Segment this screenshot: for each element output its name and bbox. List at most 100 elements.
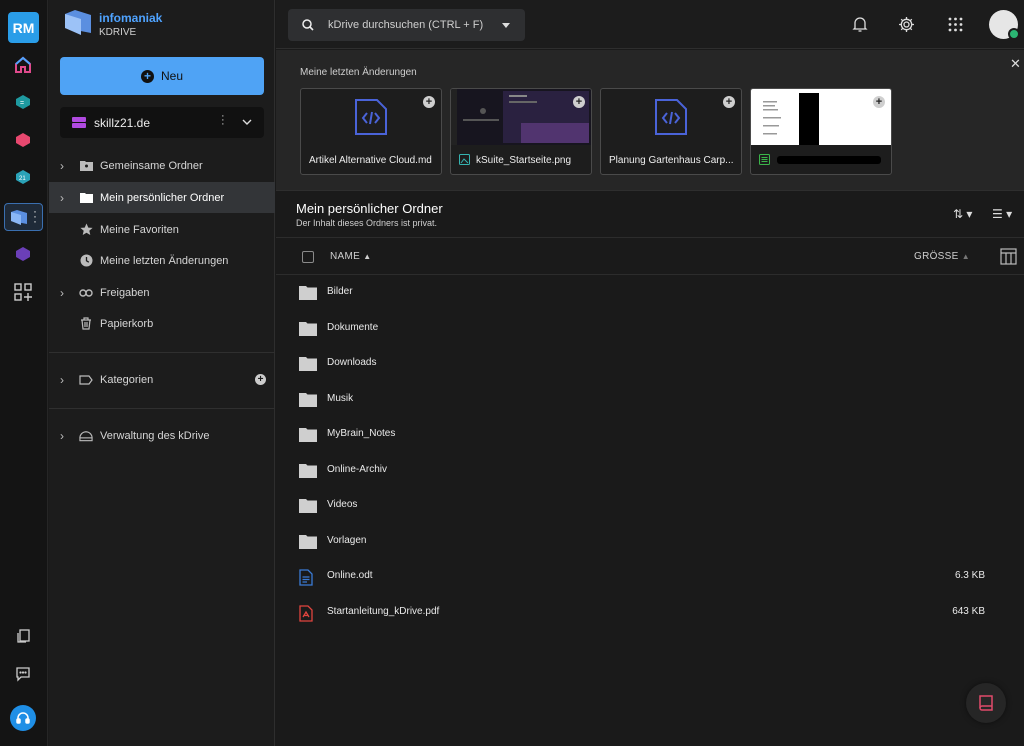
- sidebar-item-recent-changes[interactable]: Meine letzten Änderungen: [49, 245, 275, 276]
- add-icon[interactable]: +: [873, 96, 885, 108]
- drive-selector[interactable]: skillz21.de · · ·: [60, 107, 264, 138]
- sidebar-item-shared-folders[interactable]: › Gemeinsame Ordner: [49, 150, 275, 181]
- column-header-size[interactable]: GRÖSSE ▲: [914, 251, 970, 262]
- add-icon[interactable]: +: [423, 96, 435, 108]
- sidebar-divider: [49, 352, 275, 353]
- sidebar-item-label: Freigaben: [100, 286, 150, 299]
- add-icon[interactable]: +: [723, 96, 735, 108]
- pdf-file-icon: [299, 604, 317, 622]
- bell-icon[interactable]: [850, 14, 870, 34]
- sidebar-divider: [49, 408, 275, 409]
- chevron-down-icon[interactable]: [242, 118, 252, 126]
- file-name: Startanleitung_kDrive.pdf: [327, 605, 440, 617]
- sidebar: infomaniak KDRIVE + Neu skillz21.de · · · …: [49, 0, 275, 746]
- kdrive-icon[interactable]: [8, 206, 30, 228]
- sidebar-item-favorites[interactable]: Meine Favoriten: [49, 214, 275, 245]
- tag-icon: [79, 373, 93, 387]
- trash-icon: [79, 317, 93, 331]
- sidebar-item-personal-folder[interactable]: › Mein persönlicher Ordner: [49, 182, 275, 213]
- sidebar-item-admin[interactable]: › Verwaltung des kDrive: [49, 420, 275, 451]
- app-grid-icon[interactable]: [945, 14, 965, 34]
- caret-down-icon[interactable]: [502, 23, 510, 28]
- add-category-icon[interactable]: +: [255, 374, 266, 385]
- home-icon[interactable]: [12, 54, 34, 76]
- link-icon: [79, 286, 93, 300]
- recent-file-card[interactable]: + kSuite_Startseite.png: [450, 88, 592, 175]
- table-row[interactable]: Musik: [276, 382, 1024, 417]
- file-name: Online-Archiv: [327, 463, 388, 475]
- sidebar-item-label: Mein persönlicher Ordner: [100, 191, 225, 204]
- file-name: Downloads: [327, 357, 377, 368]
- recent-file-card[interactable]: +: [750, 88, 892, 175]
- file-list-area: Mein persönlicher Ordner Der Inhalt dies…: [276, 191, 1024, 746]
- select-all-checkbox[interactable]: [302, 251, 314, 263]
- search-icon: [302, 19, 314, 31]
- column-size-label: GRÖSSE: [914, 251, 959, 262]
- sort-icon[interactable]: ⇅ ▾: [953, 207, 972, 221]
- swisstransfer-icon[interactable]: [12, 129, 34, 151]
- table-row[interactable]: Vorlagen: [276, 524, 1024, 559]
- code-file-icon: [301, 89, 441, 145]
- chevron-right-icon[interactable]: ›: [60, 373, 64, 387]
- folder-icon: [299, 392, 317, 408]
- gear-icon[interactable]: [896, 14, 916, 34]
- folder-icon: [79, 191, 93, 205]
- table-row[interactable]: Startanleitung_kDrive.pdf 643 KB: [276, 595, 1024, 630]
- chevron-right-icon[interactable]: ›: [60, 159, 64, 173]
- recent-file-card[interactable]: + Planung Gartenhaus Carp...: [600, 88, 742, 175]
- table-row[interactable]: Videos: [276, 488, 1024, 523]
- support-headset-icon[interactable]: [10, 705, 36, 731]
- mail-app-icon[interactable]: =: [12, 91, 34, 113]
- feedback-icon[interactable]: [12, 663, 34, 685]
- folder-icon: [299, 321, 317, 337]
- document-file-icon: [299, 569, 317, 586]
- folder-icon: [299, 498, 317, 514]
- star-icon: [79, 223, 93, 237]
- recent-file-card[interactable]: + Artikel Alternative Cloud.md: [300, 88, 442, 175]
- more-dots-icon[interactable]: · · ·: [33, 205, 37, 227]
- kchat-icon[interactable]: [12, 243, 34, 265]
- drive-options-icon[interactable]: · · ·: [221, 111, 225, 130]
- file-name: Online.odt: [327, 570, 373, 581]
- apps-add-icon[interactable]: [12, 281, 34, 303]
- table-row[interactable]: Downloads: [276, 346, 1024, 381]
- folder-icon: [299, 356, 317, 372]
- chevron-right-icon[interactable]: ›: [60, 286, 64, 300]
- new-button[interactable]: + Neu: [60, 57, 264, 95]
- folder-icon: [299, 463, 317, 479]
- table-row[interactable]: Online-Archiv: [276, 453, 1024, 488]
- calendar-icon[interactable]: 21: [12, 166, 34, 188]
- sidebar-item-shares[interactable]: › Freigaben: [49, 277, 275, 308]
- close-icon[interactable]: ✕: [1010, 56, 1021, 72]
- sidebar-item-label: Gemeinsame Ordner: [100, 159, 203, 172]
- documentation-icon[interactable]: [12, 625, 34, 647]
- list-view-icon[interactable]: ☰ ▾: [992, 207, 1012, 221]
- app-rail: RM = 21 · · ·: [0, 0, 48, 746]
- sidebar-item-label: Meine Favoriten: [100, 223, 179, 236]
- image-preview: [451, 89, 591, 145]
- new-button-label: Neu: [160, 69, 183, 83]
- table-row[interactable]: Online.odt 6.3 KB: [276, 559, 1024, 594]
- brand-name: infomaniak: [99, 11, 163, 25]
- clock-icon: [79, 254, 93, 268]
- recent-file-name: kSuite_Startseite.png: [476, 155, 572, 166]
- sidebar-item-label: Meine letzten Änderungen: [100, 254, 229, 267]
- add-icon[interactable]: +: [573, 96, 585, 108]
- brand-logo[interactable]: infomaniak KDRIVE: [63, 6, 263, 42]
- page-title: Mein persönlicher Ordner: [296, 201, 443, 216]
- chevron-right-icon[interactable]: ›: [60, 429, 64, 443]
- table-row[interactable]: Dokumente: [276, 311, 1024, 346]
- table-row[interactable]: MyBrain_Notes: [276, 417, 1024, 452]
- svg-text:21: 21: [19, 176, 26, 182]
- guide-book-button[interactable]: [966, 683, 1006, 723]
- chevron-right-icon[interactable]: ›: [60, 191, 64, 205]
- column-settings-icon[interactable]: [1000, 248, 1017, 265]
- svg-text:=: =: [20, 100, 24, 107]
- search-input[interactable]: kDrive durchsuchen (CTRL + F): [288, 9, 525, 41]
- sidebar-item-trash[interactable]: Papierkorb: [49, 308, 275, 339]
- sidebar-item-categories[interactable]: › Kategorien +: [49, 364, 275, 395]
- table-row[interactable]: Bilder: [276, 275, 1024, 310]
- document-preview: [751, 89, 891, 145]
- column-header-name[interactable]: NAME ▲: [330, 251, 371, 262]
- user-initials-avatar[interactable]: RM: [8, 12, 39, 43]
